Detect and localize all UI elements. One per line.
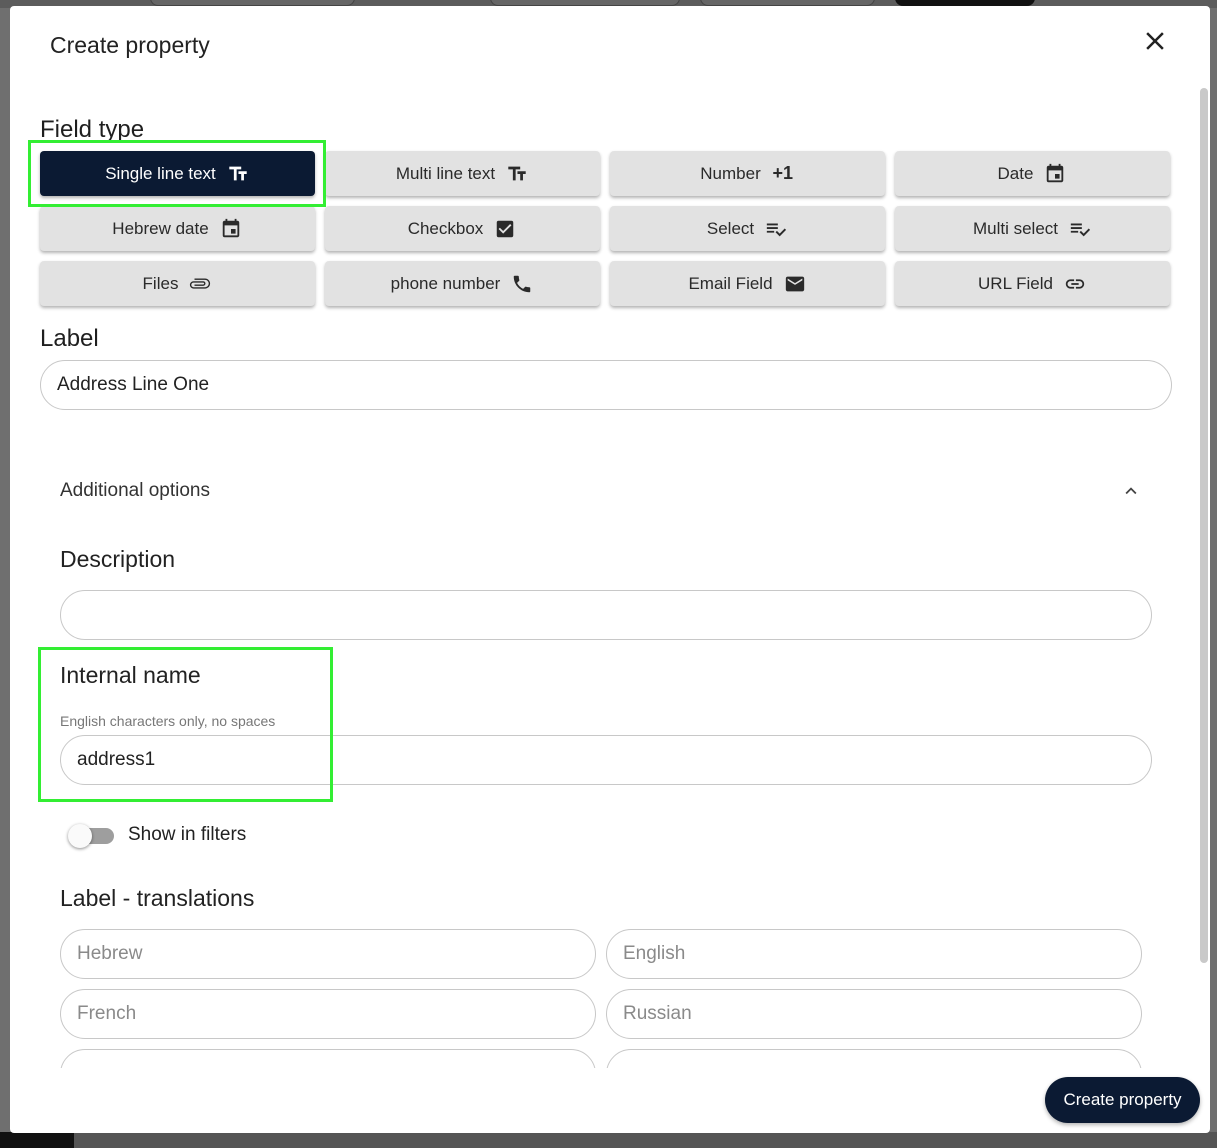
field-type-heading: Field type xyxy=(40,116,145,143)
internal-name-heading: Internal name xyxy=(60,662,201,688)
create-property-dialog: Create property Field type Single line t… xyxy=(10,6,1210,1133)
field-type-multi-select[interactable]: Multi select xyxy=(895,206,1170,251)
label-heading: Label xyxy=(40,325,99,352)
backdrop-element xyxy=(74,1132,1217,1148)
field-type-multi-line-text[interactable]: Multi line text xyxy=(325,151,600,196)
internal-name-input[interactable] xyxy=(60,735,1152,785)
field-type-select[interactable]: Select xyxy=(610,206,885,251)
field-type-grid: Single line text Multi line text Number … xyxy=(40,151,1172,306)
field-type-single-line-text[interactable]: Single line text xyxy=(40,151,315,196)
create-property-button[interactable]: Create property xyxy=(1045,1077,1200,1123)
field-type-label: Multi line text xyxy=(395,163,496,183)
field-type-label: Multi select xyxy=(972,218,1059,238)
field-type-label: phone number xyxy=(390,273,501,293)
field-type-email-field[interactable]: Email Field xyxy=(610,261,885,306)
translation-hebrew-input[interactable] xyxy=(60,929,596,979)
switch-thumb xyxy=(68,824,92,848)
field-type-date[interactable]: Date xyxy=(895,151,1170,196)
field-type-checkbox[interactable]: Checkbox xyxy=(325,206,600,251)
playlist-check-icon xyxy=(764,217,788,241)
description-input[interactable] xyxy=(60,590,1152,640)
scrollbar[interactable] xyxy=(1200,88,1208,963)
show-in-filters-switch[interactable] xyxy=(68,824,114,848)
field-type-hebrew-date[interactable]: Hebrew date xyxy=(40,206,315,251)
translations-heading: Label - translations xyxy=(60,885,255,911)
chevron-up-icon xyxy=(1125,487,1137,495)
close-button[interactable] xyxy=(1140,26,1170,56)
paperclip-icon xyxy=(188,272,212,296)
show-in-filters-label: Show in filters xyxy=(128,824,247,845)
backdrop-element xyxy=(0,1132,74,1148)
dialog-title: Create property xyxy=(50,32,210,58)
additional-options-title: Additional options xyxy=(60,480,210,501)
translation-russian-input[interactable] xyxy=(606,989,1142,1039)
calendar-icon xyxy=(1043,162,1067,186)
field-type-files[interactable]: Files xyxy=(40,261,315,306)
mail-icon xyxy=(783,272,807,296)
translation-english-input[interactable] xyxy=(606,929,1142,979)
field-type-label: Checkbox xyxy=(407,218,484,238)
checkbox-checked-icon xyxy=(493,217,517,241)
translation-french-input[interactable] xyxy=(60,989,596,1039)
field-type-label: Hebrew date xyxy=(112,218,209,238)
playlist-check-icon xyxy=(1068,217,1092,241)
text-fields-icon xyxy=(505,162,529,186)
field-type-label: Email Field xyxy=(688,273,773,293)
label-input[interactable] xyxy=(40,360,1172,410)
field-type-label: Date xyxy=(997,163,1034,183)
internal-name-hint: English characters only, no spaces xyxy=(60,713,276,729)
link-icon xyxy=(1063,272,1087,296)
field-type-label: Select xyxy=(706,218,755,238)
field-type-url-field[interactable]: URL Field xyxy=(895,261,1170,306)
phone-icon xyxy=(510,272,534,296)
field-type-label: URL Field xyxy=(978,273,1053,293)
calendar-icon xyxy=(219,217,243,241)
close-icon xyxy=(1146,32,1164,50)
dialog-content[interactable]: Create property Field type Single line t… xyxy=(10,6,1210,1068)
field-type-label: Number xyxy=(700,163,761,183)
additional-options-toggle[interactable]: Additional options xyxy=(40,461,1162,521)
field-type-label: Single line text xyxy=(105,163,216,183)
translation-input[interactable] xyxy=(606,1049,1142,1068)
description-heading: Description xyxy=(60,546,176,572)
plus-one-icon: +1 xyxy=(772,163,793,183)
translation-input[interactable] xyxy=(60,1049,596,1068)
text-fields-icon xyxy=(226,162,250,186)
field-type-number[interactable]: Number +1 xyxy=(610,151,885,196)
field-type-phone-number[interactable]: phone number xyxy=(325,261,600,306)
field-type-label: Files xyxy=(142,273,179,293)
